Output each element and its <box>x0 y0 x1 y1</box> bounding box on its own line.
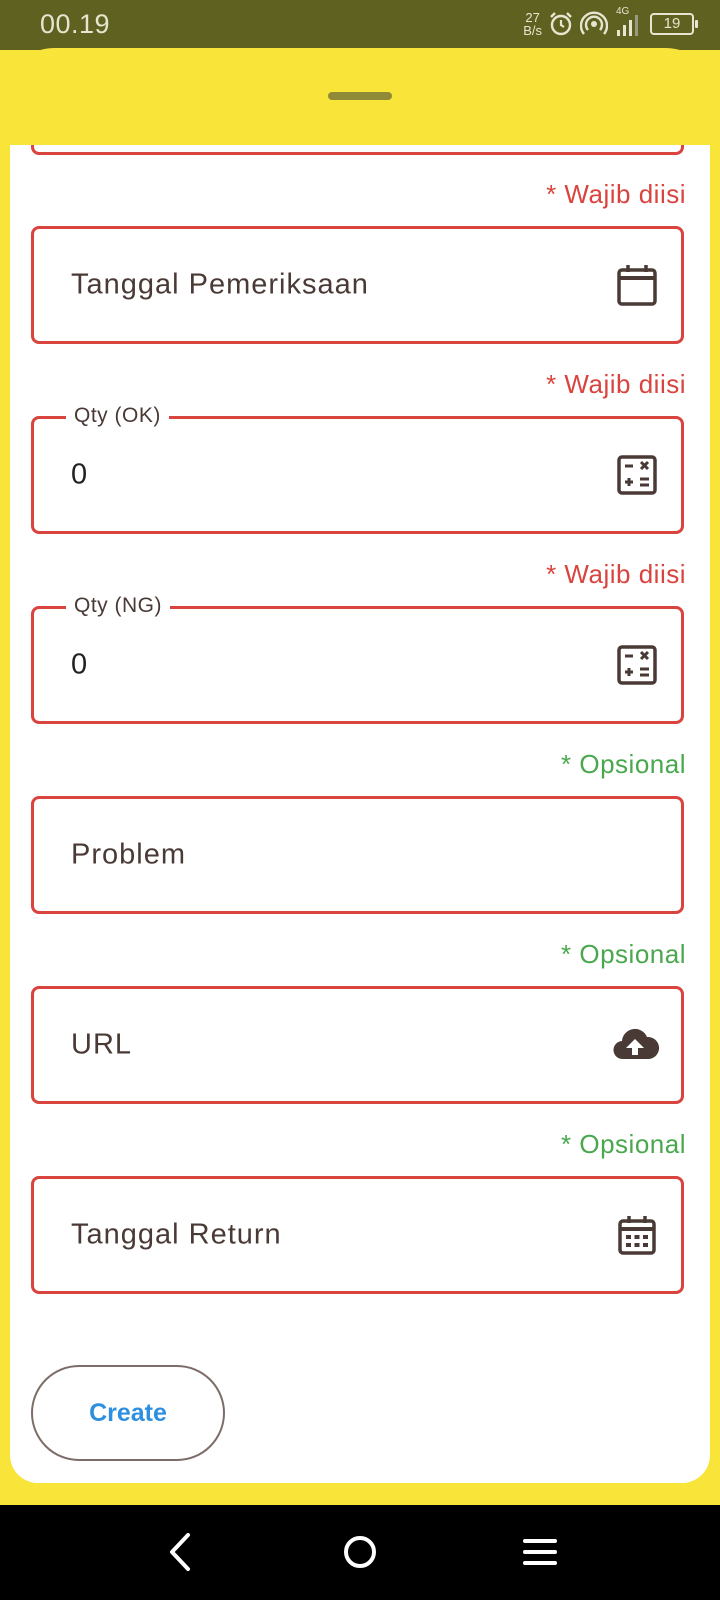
signal-icon <box>617 15 638 36</box>
field-note-qty-ok: * Wajib diisi <box>546 369 686 399</box>
field-note-url: * Opsional <box>561 939 686 969</box>
qty-ng-field[interactable]: Qty (NG) 0 <box>31 594 684 724</box>
qty-ok-field[interactable]: Qty (OK) 0 <box>31 404 684 534</box>
battery-icon: 19 <box>650 13 698 35</box>
create-button[interactable]: Create <box>31 1365 225 1461</box>
menu-icon[interactable] <box>510 1527 570 1577</box>
field-label: Problem <box>71 838 186 871</box>
alarm-icon <box>550 12 572 36</box>
field-label: Qty (OK) <box>66 404 169 428</box>
field-value: 0 <box>71 648 88 681</box>
home-icon[interactable] <box>330 1527 390 1577</box>
network-speed: 27 B/s <box>523 10 542 38</box>
field-note-problem: * Opsional <box>561 749 686 779</box>
calculator-icon[interactable] <box>615 643 659 687</box>
url-field[interactable]: URL <box>31 986 684 1104</box>
field-note-tanggal-pemeriksaan: * Wajib diisi <box>546 179 686 209</box>
status-icons: 27 B/s 4G 19 <box>523 6 698 40</box>
field-value: 0 <box>71 458 88 491</box>
field-note-qty-ng: * Wajib diisi <box>546 559 686 589</box>
calculator-icon[interactable] <box>615 453 659 497</box>
hotspot-icon <box>580 11 608 35</box>
status-bar: 00.19 27 B/s 4G 19 <box>0 0 720 50</box>
status-time: 00.19 <box>40 9 111 39</box>
back-icon[interactable] <box>150 1527 210 1577</box>
tanggal-pemeriksaan-field[interactable]: Tanggal Pemeriksaan <box>31 226 684 344</box>
field-label: Tanggal Return <box>71 1218 282 1251</box>
navigation-bar <box>0 1505 720 1600</box>
tanggal-return-field[interactable]: Tanggal Return <box>31 1176 684 1294</box>
battery-level: 19 <box>663 15 681 32</box>
field-label: Qty (NG) <box>66 594 170 618</box>
field-label: Tanggal Pemeriksaan <box>71 268 369 301</box>
form-content: * Wajib diisi Tanggal Pemeriksaan * Waji… <box>10 145 710 1483</box>
field-note-tanggal-return: * Opsional <box>561 1129 686 1159</box>
signal-indicator: 4G <box>614 6 644 38</box>
field-label: URL <box>71 1028 133 1061</box>
calendar-grid-icon[interactable] <box>615 1213 659 1257</box>
problem-field[interactable]: Problem <box>31 796 684 914</box>
calendar-icon[interactable] <box>615 263 659 307</box>
previous-field[interactable] <box>31 145 684 155</box>
drag-handle[interactable] <box>328 92 392 100</box>
cloud-upload-icon[interactable] <box>611 1023 659 1067</box>
